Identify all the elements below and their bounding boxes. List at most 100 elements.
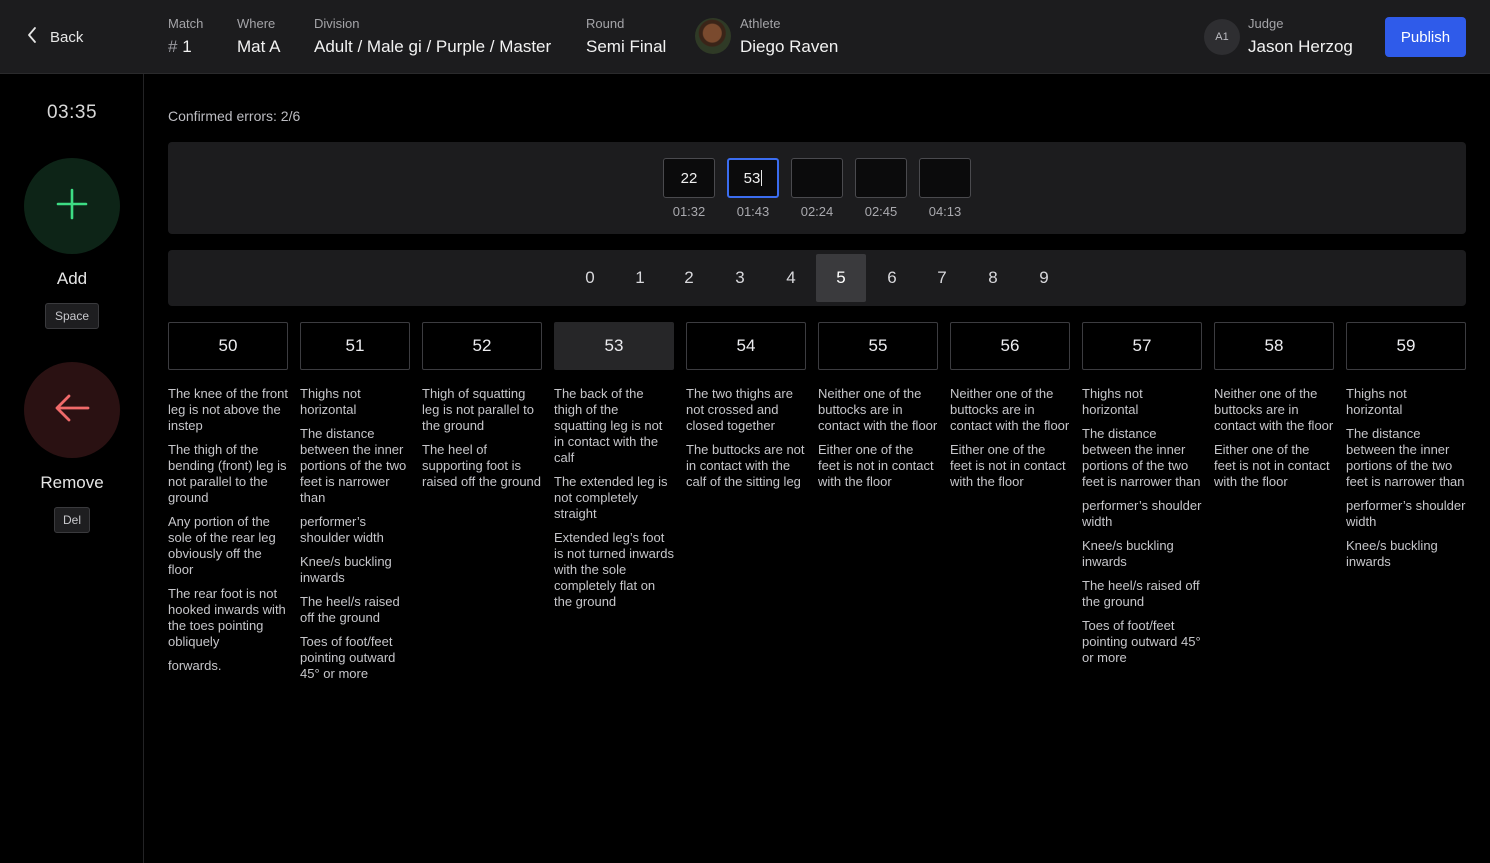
error-criterion: Neither one of the buttocks are in conta… [1214,386,1334,433]
error-criterion: Toes of foot/feet pointing outward 45° o… [300,634,396,681]
error-criterion: The knee of the front leg is not above t… [168,386,288,433]
error-criterion: The two thighs are not crossed and close… [686,386,793,433]
error-criterion: Toes of foot/feet pointing outward 45° o… [1082,618,1201,665]
athlete-name: Diego Raven [740,37,839,56]
error-criterion: forwards. [168,658,222,673]
error-entry-input[interactable] [791,158,843,198]
code-56-description: Neither one of the buttocks are in conta… [950,386,1070,498]
code-59[interactable]: 59 [1346,322,1466,370]
hash-symbol: # [168,37,178,56]
code-52[interactable]: 52 [422,322,542,370]
judge-name: Jason Herzog [1248,37,1353,56]
match-value: # 1 [168,37,203,57]
round-info: Round Semi Final [586,16,666,57]
error-entry-input[interactable] [919,158,971,198]
error-entry-time: 04:13 [928,204,962,219]
match-number: 1 [182,37,192,56]
error-entry-time: 01:43 [736,204,770,219]
code-50[interactable]: 50 [168,322,288,370]
add-label: Add [56,269,88,288]
error-criterion: Either one of the feet is not in contact… [818,442,934,489]
error-entry: 53 01:43 [727,158,779,219]
code-54[interactable]: 54 [686,322,806,370]
code-52-description: Thigh of squatting leg is not parallel t… [422,386,544,498]
digit-8[interactable]: 8 [968,254,1018,302]
error-criterion: Thighs not horizontal [1346,386,1407,417]
error-entry-input[interactable] [855,158,907,198]
sidebar: 03:35 Add Space Remove Del [0,74,144,863]
top-bar: Back Match # 1 Where Mat A Division Adul… [0,0,1490,74]
text-caret [761,170,763,186]
error-criterion: performer’s shoulder width [1346,498,1466,529]
athlete-avatar [695,18,731,54]
code-53-selected[interactable]: 53 [554,322,674,370]
back-label: Back [50,28,84,46]
digit-3[interactable]: 3 [715,254,765,302]
error-criterion: Thighs not horizontal [1082,386,1143,417]
digit-5-selected[interactable]: 5 [816,254,866,302]
error-criterion: Any portion of the sole of the rear leg … [168,514,276,577]
digit-1[interactable]: 1 [615,254,665,302]
error-criterion: The thigh of the bending (front) leg is … [168,442,287,505]
plus-icon [55,187,89,226]
code-50-description: The knee of the front leg is not above t… [168,386,288,682]
code-54-description: The two thighs are not crossed and close… [686,386,806,498]
error-entry: 02:24 [791,158,843,219]
digit-2[interactable]: 2 [664,254,714,302]
error-criterion: The heel/s raised off the ground [300,594,400,625]
judge-info: Judge Jason Herzog [1248,16,1353,57]
back-button[interactable]: Back [26,26,83,48]
code-55[interactable]: 55 [818,322,938,370]
error-criterion: Extended leg’s foot is not turned inward… [554,530,674,609]
code-58[interactable]: 58 [1214,322,1334,370]
error-entries-panel: 22 01:32 53 01:43 02:24 02:45 04:13 [168,142,1466,234]
athlete-info: Athlete Diego Raven [740,16,838,57]
digit-7[interactable]: 7 [917,254,967,302]
round-label: Round [586,16,625,31]
code-59-description: Thighs not horizontal The distance betwe… [1346,386,1466,578]
error-entry-value: 53 [743,169,761,187]
match-label: Match [168,16,204,31]
error-entry-time: 01:32 [672,204,706,219]
code-55-description: Neither one of the buttocks are in conta… [818,386,938,498]
remove-shortcut-key: Del [54,507,90,533]
judge-label: Judge [1248,16,1284,31]
error-criterion: Knee/s buckling inwards [1346,538,1438,569]
where-value: Mat A [237,37,281,56]
error-criterion: The distance between the inner portions … [1346,426,1465,489]
confirmed-errors-count: Confirmed errors: 2/6 [168,108,301,124]
athlete-label: Athlete [740,16,781,31]
digit-0[interactable]: 0 [565,254,615,302]
error-entry-input[interactable]: 22 [663,158,715,198]
division-value: Adult / Male gi / Purple / Master [314,37,552,56]
code-56[interactable]: 56 [950,322,1070,370]
error-criterion: Thighs not horizontal [300,386,361,417]
error-entry-input-active[interactable]: 53 [727,158,779,198]
digit-selector: 0 1 2 3 4 5 6 7 8 9 [168,250,1466,306]
error-criterion: performer’s shoulder width [300,514,384,545]
error-entry-time: 02:45 [864,204,898,219]
digit-9[interactable]: 9 [1019,254,1069,302]
add-button[interactable] [24,158,120,254]
error-entry: 02:45 [855,158,907,219]
error-criterion: Knee/s buckling inwards [1082,538,1174,569]
code-53-description: The back of the thigh of the squatting l… [554,386,674,618]
add-shortcut-key: Space [45,303,99,329]
error-criterion: The buttocks are not in contact with the… [686,442,805,489]
digit-4[interactable]: 4 [766,254,816,302]
match-info: Match # 1 [168,16,203,57]
where-info: Where Mat A [237,16,280,57]
where-label: Where [237,16,276,31]
code-51[interactable]: 51 [300,322,410,370]
error-criterion: Thigh of squatting leg is not parallel t… [422,386,535,433]
chevron-left-icon [26,26,40,48]
code-57[interactable]: 57 [1082,322,1202,370]
publish-button[interactable]: Publish [1385,17,1466,57]
round-value: Semi Final [586,37,667,56]
error-entry: 04:13 [919,158,971,219]
arrow-left-icon [53,393,91,428]
code-58-description: Neither one of the buttocks are in conta… [1214,386,1334,498]
error-criterion: Neither one of the buttocks are in conta… [950,386,1070,433]
digit-6[interactable]: 6 [867,254,917,302]
remove-button[interactable] [24,362,120,458]
